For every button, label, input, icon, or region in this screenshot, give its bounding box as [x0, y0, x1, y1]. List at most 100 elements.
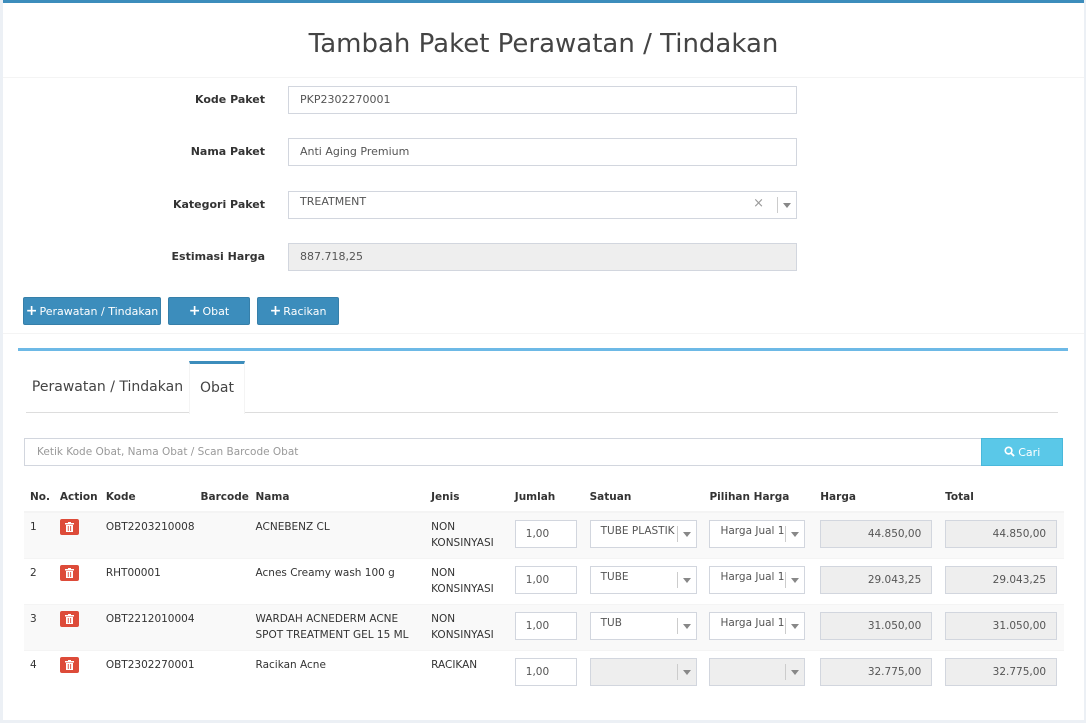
add-obat-label: Obat: [202, 305, 230, 318]
plus-icon: +: [269, 303, 282, 319]
chevron-down-icon[interactable]: [791, 577, 800, 583]
col-pilihan-harga: Pilihan Harga: [703, 482, 815, 513]
row-nama: Racikan Acne: [249, 649, 426, 696]
row-jenis: RACIKAN: [425, 649, 509, 696]
row-barcode: [194, 557, 250, 604]
clear-selection-icon[interactable]: ×: [753, 192, 764, 216]
jumlah-input[interactable]: 1,00: [514, 565, 577, 594]
kategori-paket-value: TREATMENT: [300, 195, 367, 208]
kode-paket-label: Kode Paket: [195, 93, 265, 106]
col-jenis: Jenis: [425, 482, 509, 513]
tab-perawatan[interactable]: Perawatan / Tindakan: [26, 361, 189, 413]
col-action: Action: [53, 482, 100, 513]
chevron-down-icon[interactable]: [791, 532, 800, 537]
chevron-down-icon[interactable]: [682, 532, 691, 537]
row-kode: OBT2203210008: [99, 511, 195, 558]
row-jenis: NON KONSINYASI: [425, 511, 509, 558]
search-icon: [1004, 446, 1015, 457]
harga-field: 44.850,00: [820, 520, 933, 548]
satuan-select[interactable]: TUB: [589, 611, 697, 640]
detail-box: Perawatan / Tindakan Obat Ketik Kode Oba…: [18, 348, 1068, 723]
jumlah-input[interactable]: 1,00: [514, 657, 577, 686]
estimasi-harga-row: Estimasi Harga 887.718,25: [3, 243, 1084, 271]
pilihan-harga-value: Harga Jual 1: [720, 525, 785, 537]
select-separator: [785, 663, 787, 680]
add-racikan-label: Racikan: [283, 305, 327, 318]
row-action: [53, 511, 100, 558]
row-barcode: [194, 649, 250, 696]
nama-paket-input[interactable]: Anti Aging Premium: [288, 138, 797, 166]
plus-icon: +: [25, 303, 38, 319]
satuan-value: TUBE PLASTIK: [600, 525, 675, 537]
delete-button[interactable]: [59, 564, 79, 581]
search-input[interactable]: Ketik Kode Obat, Nama Obat / Scan Barcod…: [24, 438, 982, 466]
row-kode: OBT2212010004: [99, 603, 195, 650]
chevron-down-icon[interactable]: [682, 577, 691, 583]
col-total: Total: [939, 482, 1064, 513]
pilihan-harga-select[interactable]: Harga Jual 1: [709, 611, 806, 640]
col-kode: Kode: [99, 482, 195, 513]
satuan-select[interactable]: TUBE: [589, 565, 697, 594]
kode-paket-input[interactable]: PKP2302270001: [288, 86, 797, 114]
delete-button[interactable]: [59, 656, 79, 673]
jumlah-input[interactable]: 1,00: [514, 611, 577, 640]
col-no: No.: [24, 482, 54, 513]
satuan-value: TUBE: [600, 570, 629, 583]
satuan-select: [589, 657, 697, 686]
kategori-paket-select[interactable]: TREATMENT ×: [288, 191, 797, 219]
estimasi-harga-input: 887.718,25: [288, 243, 797, 271]
search-button[interactable]: Cari: [981, 438, 1063, 466]
row-no: 4: [24, 649, 54, 696]
row-kode: OBT2302270001: [99, 649, 195, 696]
delete-button[interactable]: [59, 610, 79, 627]
nama-paket-label: Nama Paket: [190, 145, 265, 158]
jumlah-input[interactable]: 1,00: [514, 520, 577, 548]
estimasi-harga-label: Estimasi Harga: [171, 250, 265, 263]
row-action: [53, 557, 100, 604]
total-field: 44.850,00: [945, 520, 1058, 548]
trash-icon: [64, 567, 74, 578]
harga-field: 31.050,00: [820, 611, 933, 640]
select-separator: [676, 663, 678, 680]
header-divider: [3, 77, 1084, 78]
pilihan-harga-select[interactable]: Harga Jual 1: [709, 520, 806, 548]
chevron-down-icon[interactable]: [791, 623, 800, 629]
harga-field: 29.043,25: [820, 565, 933, 594]
add-racikan-button[interactable]: + Racikan: [257, 297, 339, 325]
total-field: 29.043,25: [945, 565, 1058, 594]
pilihan-harga-value: Harga Jual 1: [720, 616, 785, 629]
search-button-label: Cari: [1018, 446, 1041, 459]
chevron-down-icon[interactable]: [682, 623, 691, 629]
row-barcode: [194, 511, 250, 558]
select-separator: [785, 571, 787, 588]
chevron-down-icon[interactable]: [783, 203, 791, 208]
kode-paket-row: Kode Paket PKP2302270001: [3, 86, 1084, 114]
trash-icon: [64, 613, 74, 624]
select-separator: [676, 571, 678, 588]
satuan-select[interactable]: TUBE PLASTIK: [589, 520, 697, 548]
trash-icon: [64, 522, 74, 532]
add-perawatan-label: Perawatan / Tindakan: [39, 305, 159, 318]
pilihan-harga-select[interactable]: Harga Jual 1: [709, 565, 806, 594]
add-perawatan-button[interactable]: + Perawatan / Tindakan: [23, 297, 161, 325]
row-jenis: NON KONSINYASI: [425, 603, 509, 650]
total-field: 32.775,00: [945, 657, 1058, 686]
kategori-paket-label: Kategori Paket: [172, 198, 265, 211]
row-no: 1: [24, 511, 54, 558]
select-separator: [676, 617, 678, 634]
delete-button[interactable]: [59, 519, 79, 535]
page-title: Tambah Paket Perawatan / Tindakan: [308, 29, 779, 59]
col-harga: Harga: [814, 482, 940, 513]
col-nama: Nama: [249, 482, 426, 513]
plus-icon: +: [188, 303, 201, 319]
tab-obat[interactable]: Obat: [189, 361, 245, 414]
table-row: 4 OBT2302270001 Racikan Acne RACIKAN 1,0…: [24, 649, 1064, 696]
row-nama: Acnes Creamy wash 100 g: [249, 557, 426, 604]
col-jumlah: Jumlah: [508, 482, 584, 513]
chevron-down-icon: [682, 669, 691, 675]
row-no: 3: [24, 603, 54, 650]
obat-table: No. Action Kode Barcode Nama Jenis Jumla…: [24, 482, 1064, 696]
add-obat-button[interactable]: + Obat: [168, 297, 250, 325]
col-satuan: Satuan: [583, 482, 704, 513]
kategori-paket-row: Kategori Paket TREATMENT ×: [3, 191, 1084, 219]
